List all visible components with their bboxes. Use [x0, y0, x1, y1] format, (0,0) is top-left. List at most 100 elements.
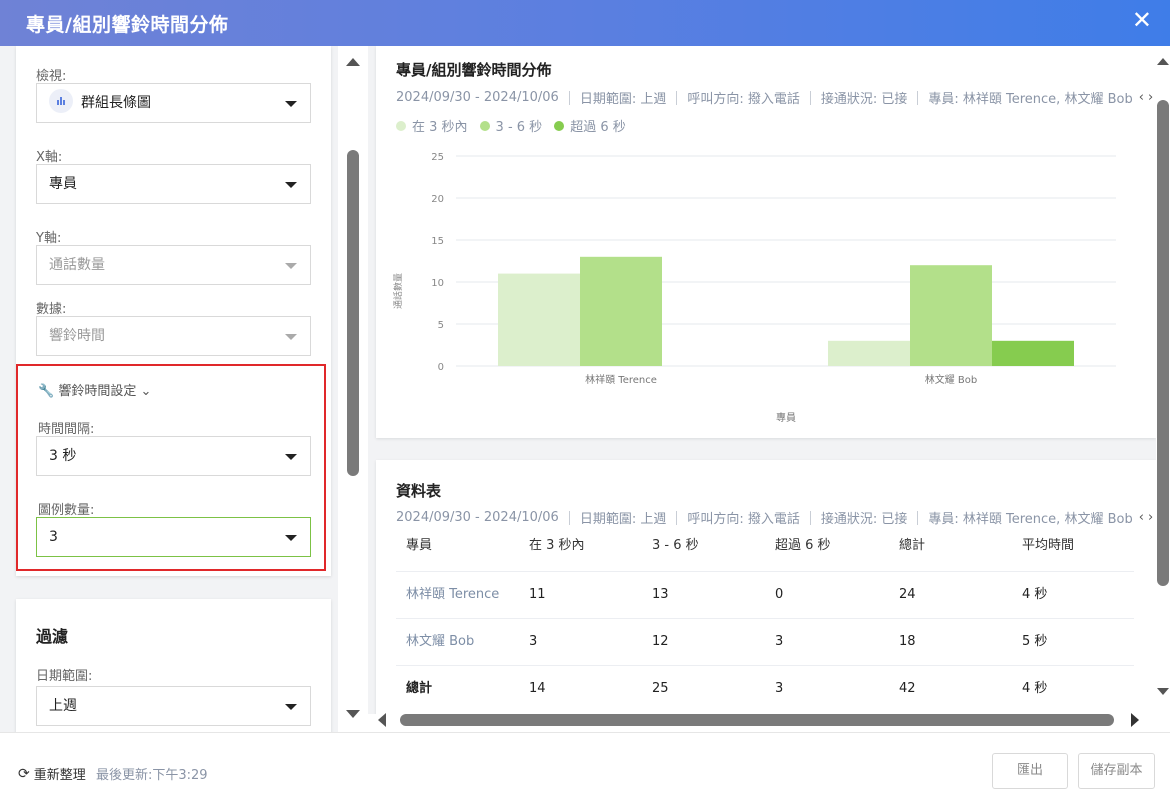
grouped-bar-chart: 0 5 10 15 20 25 林祥頤 Terence 林文耀 Bob 專員 通話數量: [392, 152, 1116, 424]
y-tick-label: 15: [431, 236, 444, 247]
refresh-button[interactable]: ⟳ 重新整理: [18, 764, 86, 784]
column-header[interactable]: 超過 6 秒: [775, 531, 831, 561]
x-tick-label: 林文耀 Bob: [925, 373, 978, 386]
legend-count-select[interactable]: 3: [36, 517, 311, 557]
close-icon[interactable]: ✕: [1132, 8, 1152, 32]
bar: [992, 340, 1074, 366]
meta-scroll-arrows[interactable]: ‹ ›: [1139, 510, 1154, 525]
meta-direction: 呼叫方向: 撥入電話: [687, 512, 800, 527]
table-row: 林祥頤 Terence 11 13 0 24 4 秒: [396, 572, 1134, 619]
x-axis-label: 專員: [776, 411, 796, 424]
legend-item[interactable]: 3 - 6 秒: [479, 116, 542, 135]
x-tick-label: 林祥頤 Terence: [585, 373, 657, 386]
ring-time-settings-toggle[interactable]: 🔧 響鈴時間設定 ⌄: [38, 380, 151, 399]
date-range-select[interactable]: 上週: [36, 686, 311, 726]
table-cell: 0: [775, 587, 784, 602]
agent-link[interactable]: 林祥頤 Terence: [406, 572, 499, 618]
data-select-value: 響鈴時間: [49, 328, 105, 344]
y-tick-label: 5: [438, 320, 444, 331]
y-axis-select-value: 通話數量: [49, 257, 105, 273]
data-table: 專員 在 3 秒內 3 - 6 秒 超過 6 秒 總計 平均時間 林祥頤 Ter…: [396, 532, 1134, 713]
y-tick-label: 0: [438, 362, 444, 373]
legend-item[interactable]: 超過 6 秒: [554, 116, 626, 135]
table-cell: 4 秒: [1022, 681, 1048, 696]
y-axis-label: 通話數量: [392, 273, 404, 309]
scroll-up-arrow-icon[interactable]: [346, 58, 360, 66]
scroll-down-arrow-icon[interactable]: [346, 710, 360, 718]
meta-status: 接通狀況: 已接: [820, 512, 908, 527]
bar: [828, 340, 910, 366]
chevron-down-icon: [285, 454, 297, 460]
chart-legend: 在 3 秒內 3 - 6 秒 超過 6 秒: [396, 116, 626, 135]
chart-title: 專員/組別響鈴時間分佈: [396, 61, 552, 79]
ring-time-settings-label: 響鈴時間設定: [58, 384, 137, 399]
bar-chart-icon: [49, 89, 73, 113]
column-header[interactable]: 平均時間: [1022, 531, 1074, 561]
report-content: 專員/組別響鈴時間分佈 2024/09/30 - 2024/10/06 日期範圍…: [368, 46, 1156, 714]
scroll-left-arrow-icon[interactable]: [378, 713, 386, 727]
filter-card: 過濾 日期範圍: 上週: [16, 599, 331, 732]
export-button[interactable]: 匯出: [992, 753, 1068, 789]
scroll-down-arrow-icon[interactable]: [1157, 688, 1169, 695]
content-vertical-scrollbar-thumb[interactable]: [1157, 100, 1169, 586]
bar: [910, 265, 992, 366]
y-tick-label: 20: [431, 194, 444, 205]
table-cell: 24: [899, 587, 916, 602]
settings-scrollbar-thumb[interactable]: [347, 150, 359, 476]
legend-item[interactable]: 在 3 秒內: [396, 116, 468, 135]
dialog-footer: ⟳ 重新整理 最後更新:下午3:29 匯出 儲存副本: [0, 732, 1170, 802]
table-total-row: 總計 14 25 3 42 4 秒: [396, 666, 1134, 713]
table-cell: 3: [529, 634, 538, 649]
interval-select[interactable]: 3 秒: [36, 436, 311, 476]
x-axis-label: X軸:: [36, 150, 63, 165]
data-table-card: 資料表 2024/09/30 - 2024/10/06 日期範圍: 上週 呼叫方…: [376, 460, 1156, 714]
table-cell: 11: [529, 587, 546, 602]
column-header[interactable]: 3 - 6 秒: [652, 531, 699, 561]
table-cell: 14: [529, 681, 546, 696]
view-label: 檢視:: [36, 69, 67, 84]
scroll-up-arrow-icon[interactable]: [1157, 58, 1169, 65]
table-cell: 3: [775, 681, 784, 696]
agent-link[interactable]: 林文耀 Bob: [406, 619, 474, 665]
table-cell: 42: [899, 681, 916, 696]
interval-label: 時間間隔:: [38, 422, 95, 437]
scroll-right-arrow-icon[interactable]: [1131, 713, 1139, 727]
date-range-select-value: 上週: [49, 698, 77, 714]
column-header[interactable]: 專員: [406, 531, 432, 561]
table-meta-row: 2024/09/30 - 2024/10/06 日期範圍: 上週 呼叫方向: 撥…: [396, 508, 1153, 527]
table-cell: 5 秒: [1022, 634, 1048, 649]
y-axis-label: Y軸:: [36, 231, 62, 246]
table-title: 資料表: [396, 482, 442, 500]
table-cell: 12: [652, 634, 669, 649]
meta-range: 日期範圍: 上週: [579, 512, 667, 527]
save-copy-button[interactable]: 儲存副本: [1078, 753, 1155, 789]
chart-meta-row: 2024/09/30 - 2024/10/06 日期範圍: 上週 呼叫方向: 撥…: [396, 88, 1153, 107]
table-header-row: 專員 在 3 秒內 3 - 6 秒 超過 6 秒 總計 平均時間: [396, 532, 1134, 572]
y-tick-label: 25: [431, 152, 444, 163]
legend-count-label: 圖例數量:: [38, 503, 95, 518]
meta-agents: 專員: 林祥頤 Terence, 林文耀 Bob: [928, 92, 1133, 107]
table-cell: 13: [652, 587, 669, 602]
refresh-label: 重新整理: [33, 768, 86, 783]
column-header[interactable]: 總計: [899, 531, 925, 561]
meta-scroll-arrows[interactable]: ‹ ›: [1139, 90, 1154, 105]
meta-direction: 呼叫方向: 撥入電話: [687, 92, 800, 107]
column-header[interactable]: 在 3 秒內: [529, 531, 585, 561]
meta-status: 接通狀況: 已接: [820, 92, 908, 107]
filter-title: 過濾: [36, 627, 69, 646]
ring-time-settings-highlight: 🔧 響鈴時間設定 ⌄ 時間間隔: 3 秒 圖例數量: 3: [16, 364, 326, 571]
table-cell: 4 秒: [1022, 587, 1048, 602]
dialog-title: 專員/組別響鈴時間分佈: [26, 14, 229, 36]
chart-card: 專員/組別響鈴時間分佈 2024/09/30 - 2024/10/06 日期範圍…: [376, 46, 1156, 438]
view-select[interactable]: 群組長條圖: [36, 83, 311, 123]
date-range-label: 日期範圍:: [36, 669, 93, 684]
content-horizontal-scrollbar-thumb[interactable]: [400, 714, 1114, 726]
legend-count-select-value: 3: [49, 529, 58, 545]
bar: [498, 273, 580, 366]
table-row: 林文耀 Bob 3 12 3 18 5 秒: [396, 619, 1134, 666]
chevron-down-icon: [285, 334, 297, 340]
x-axis-select[interactable]: 專員: [36, 164, 311, 204]
settings-panel: 檢視: 群組長條圖 X軸: 專員 Y軸: 通話數量 數據: 響鈴時間 🔧 響鈴時…: [0, 46, 338, 732]
meta-agents: 專員: 林祥頤 Terence, 林文耀 Bob: [928, 512, 1133, 527]
bar: [580, 256, 662, 366]
